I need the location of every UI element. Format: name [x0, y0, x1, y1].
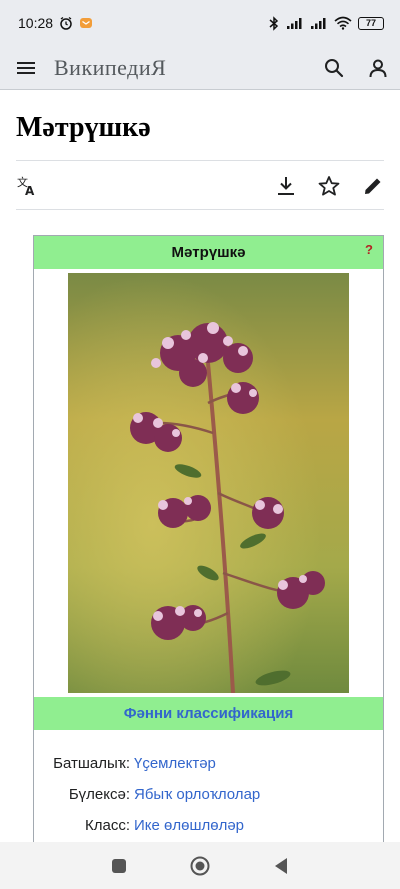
back-icon[interactable]	[273, 857, 289, 875]
home-icon[interactable]	[190, 856, 210, 876]
taxonomy-row: Класс: Ике өлөшлөләр	[34, 810, 383, 841]
alarm-icon	[60, 16, 72, 30]
status-right: 77	[268, 15, 384, 31]
wikipedia-wordmark[interactable]: ВикипедиЯ	[54, 55, 166, 81]
taxonomy-link[interactable]: Үҫемлектәр	[134, 755, 216, 772]
page-title: Мәтрүшкә	[16, 112, 151, 143]
status-time: 10:28	[18, 15, 54, 31]
mail-notification-icon	[80, 18, 93, 28]
infobox-title: Мәтрүшкә	[171, 244, 246, 261]
taxonomy-row: Бүлексә: Ябыҡ орлоҡлолар	[34, 779, 383, 810]
page-actions: 文A	[16, 172, 384, 200]
infobox-header: Мәтрүшкә ?	[34, 236, 383, 269]
download-icon[interactable]	[276, 175, 296, 197]
menu-icon[interactable]	[16, 60, 36, 76]
classification-header[interactable]: Фәнни классификация	[34, 697, 383, 730]
user-icon[interactable]	[368, 58, 388, 78]
infobox-image[interactable]	[68, 273, 349, 693]
taxonomy-label: Бүлексә:	[68, 786, 130, 803]
taxonomy-link[interactable]: Ябыҡ орлоҡлолар	[134, 786, 260, 803]
taxonomy-link[interactable]: Ике өлөшлөләр	[134, 817, 244, 834]
app-bar: ВикипедиЯ	[0, 46, 400, 90]
oregano-flower-photo	[68, 273, 349, 693]
recents-icon[interactable]	[111, 858, 127, 874]
star-icon[interactable]	[318, 175, 340, 197]
title-divider	[16, 160, 384, 161]
status-left: 10:28	[18, 15, 93, 31]
signal-icon-2	[311, 17, 326, 29]
bluetooth-icon	[269, 15, 279, 31]
taxonomy-row: Батшалыҡ: Үҫемлектәр	[34, 748, 383, 779]
search-icon[interactable]	[324, 58, 344, 78]
svg-text:A: A	[25, 184, 35, 197]
battery-indicator: 77	[358, 16, 384, 30]
infobox: Мәтрүшкә ? Фәнни классификация Батшалыҡ:…	[33, 235, 384, 855]
page-actions-right	[276, 175, 384, 197]
infobox-help-link[interactable]: ?	[365, 242, 373, 257]
edit-icon[interactable]	[362, 175, 384, 197]
wifi-icon	[334, 16, 352, 30]
taxonomy-label: Батшалыҡ:	[53, 755, 130, 772]
signal-icon	[287, 17, 302, 29]
status-bar: 10:28 77	[0, 0, 400, 46]
actions-divider	[16, 209, 384, 210]
app-actions	[324, 58, 388, 78]
taxonomy-label: Класс:	[85, 817, 130, 834]
language-icon[interactable]: 文A	[16, 175, 38, 197]
system-nav-bar	[0, 842, 400, 889]
